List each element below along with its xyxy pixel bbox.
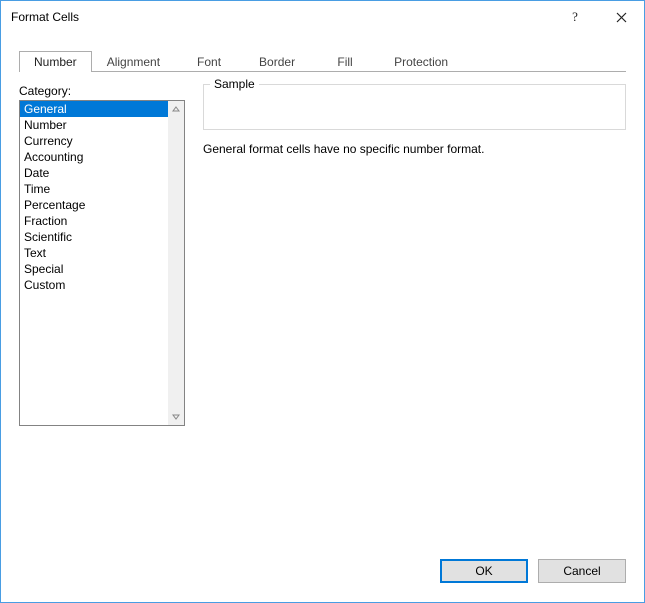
list-item[interactable]: Scientific [20,229,168,245]
list-item[interactable]: General [20,101,168,117]
list-item[interactable]: Text [20,245,168,261]
category-listbox[interactable]: GeneralNumberCurrencyAccountingDateTimeP… [19,100,185,426]
tab-border[interactable]: Border [243,51,311,72]
tab-strip: NumberAlignmentFontBorderFillProtection [19,47,626,71]
tab-fill[interactable]: Fill [311,51,379,72]
list-item[interactable]: Date [20,165,168,181]
tab-protection[interactable]: Protection [379,51,463,72]
tab-number[interactable]: Number [19,51,92,72]
sample-group: Sample [203,84,626,130]
dialog-footer: OK Cancel [1,552,644,602]
list-item[interactable]: Special [20,261,168,277]
scroll-down-icon[interactable] [168,409,184,425]
window-title: Format Cells [11,10,79,24]
list-item[interactable]: Currency [20,133,168,149]
scroll-up-icon[interactable] [168,101,184,117]
list-item[interactable]: Time [20,181,168,197]
list-item[interactable]: Fraction [20,213,168,229]
list-item[interactable]: Percentage [20,197,168,213]
format-description: General format cells have no specific nu… [203,142,626,156]
help-button[interactable]: ? [552,1,598,33]
scrollbar[interactable] [168,101,184,425]
ok-button[interactable]: OK [440,559,528,583]
list-item[interactable]: Custom [20,277,168,293]
sample-legend: Sample [210,77,259,91]
tab-font[interactable]: Font [175,51,243,72]
dialog-content: NumberAlignmentFontBorderFillProtection … [1,33,644,552]
tab-alignment[interactable]: Alignment [92,51,175,72]
svg-text:?: ? [572,10,578,24]
cancel-button[interactable]: Cancel [538,559,626,583]
titlebar: Format Cells ? [1,1,644,33]
list-item[interactable]: Accounting [20,149,168,165]
close-button[interactable] [598,1,644,33]
category-label: Category: [19,84,185,98]
tab-panel-number: Category: GeneralNumberCurrencyAccountin… [19,71,626,540]
list-item[interactable]: Number [20,117,168,133]
format-cells-dialog: Format Cells ? NumberAlignmentFontBorder… [0,0,645,603]
